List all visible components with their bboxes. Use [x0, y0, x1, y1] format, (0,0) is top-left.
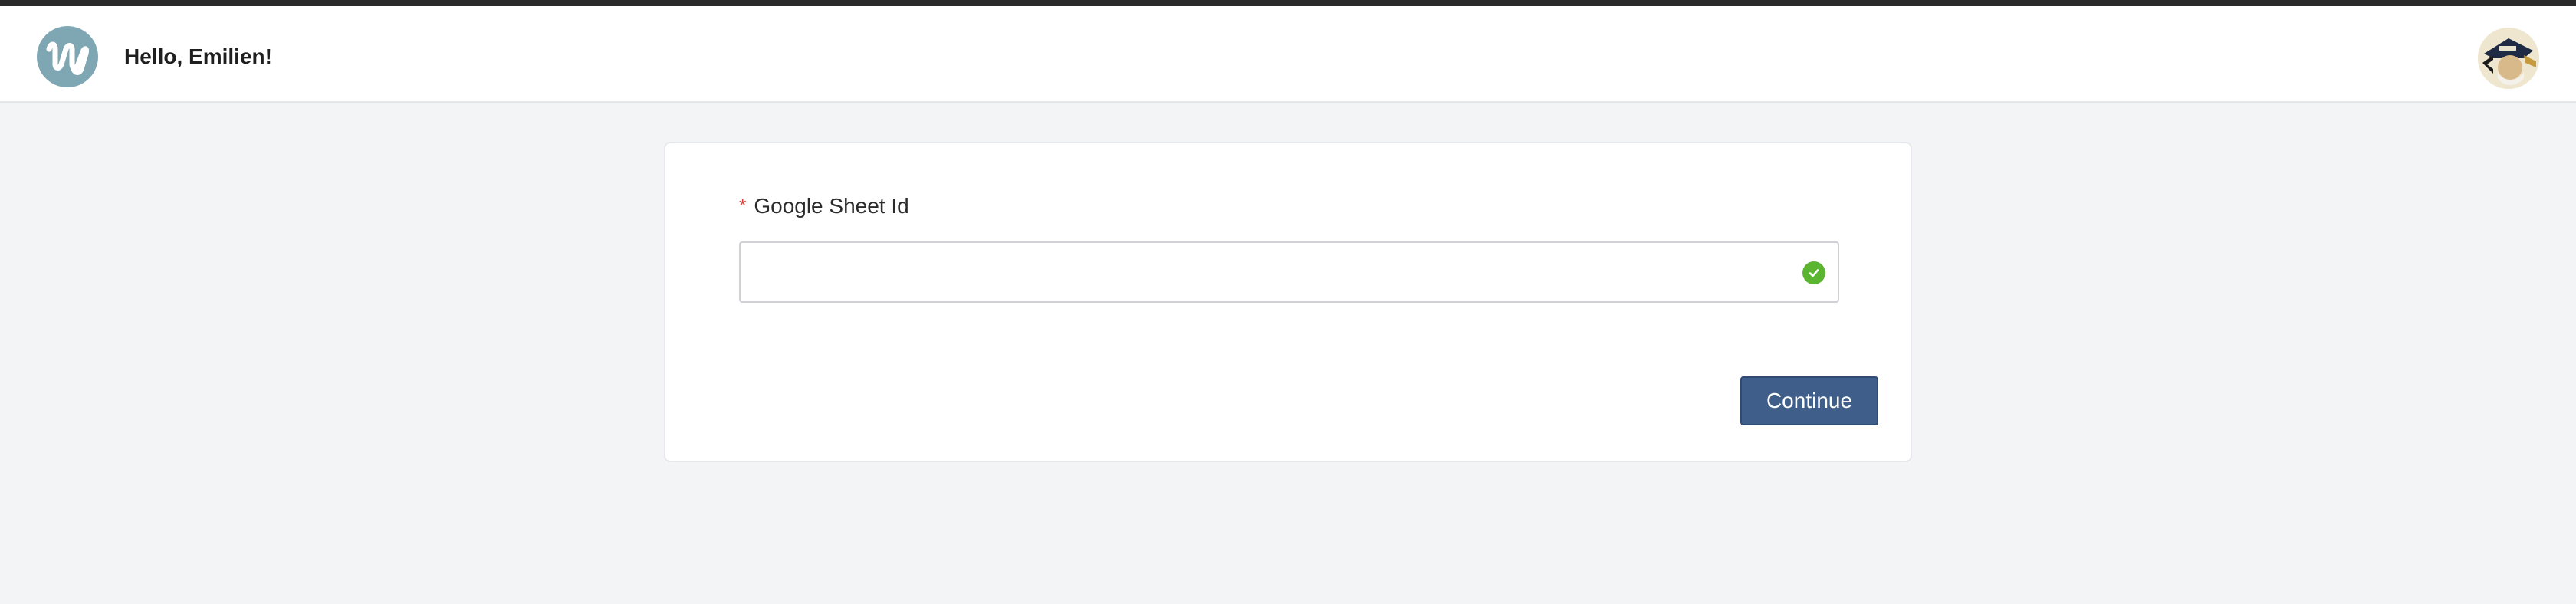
- logo-w-glyph: [46, 41, 89, 75]
- field-label-text: Google Sheet Id: [754, 194, 909, 218]
- avatar-image: [2478, 28, 2539, 89]
- required-marker: *: [739, 195, 747, 216]
- check-circle-icon: [1802, 261, 1825, 284]
- app-header: Hello, Emilien!: [0, 6, 2576, 103]
- google-sheet-id-input[interactable]: [741, 243, 1838, 301]
- brand-logo-icon[interactable]: [37, 26, 98, 87]
- google-sheet-id-field[interactable]: [739, 241, 1839, 303]
- form-card: * Google Sheet Id Continue: [664, 142, 1912, 462]
- top-accent-bar: [0, 0, 2576, 6]
- continue-button[interactable]: Continue: [1740, 376, 1878, 425]
- greeting-text: Hello, Emilien!: [124, 44, 272, 68]
- google-sheet-id-label: * Google Sheet Id: [739, 191, 909, 222]
- user-avatar[interactable]: [2478, 28, 2539, 89]
